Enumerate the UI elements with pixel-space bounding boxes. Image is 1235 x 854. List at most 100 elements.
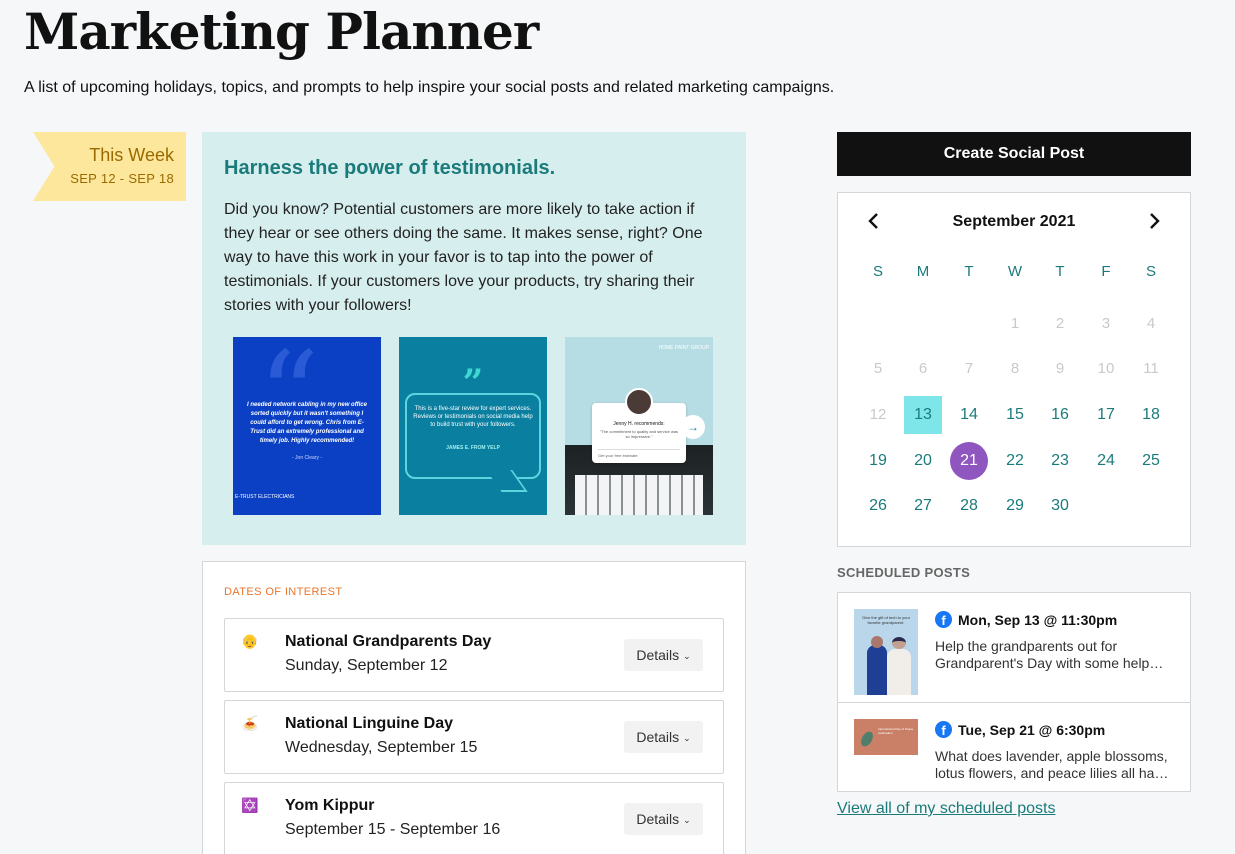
calendar-day[interactable]: 17 xyxy=(1087,396,1125,434)
facebook-icon: f xyxy=(935,721,952,738)
example-quote: I needed network cabling in my new offic… xyxy=(247,402,367,444)
calendar-day[interactable]: 15 xyxy=(996,396,1034,434)
calendar-day[interactable]: 21 xyxy=(950,442,988,480)
leaf-shape xyxy=(858,729,876,749)
date-name: Yom Kippur xyxy=(285,797,375,814)
post-text: Help the grandparents out for Grandparen… xyxy=(935,638,1150,671)
date-item: ✡️ Yom Kippur September 15 - September 1… xyxy=(224,782,724,854)
dates-of-interest-panel: DATES OF INTEREST 👴 National Grandparent… xyxy=(202,561,746,854)
date-text: September 15 - September 16 xyxy=(285,821,501,838)
example-post-image: ” This is a five-star review for expert … xyxy=(399,337,547,515)
calendar-day: 5 xyxy=(873,360,883,377)
calendar-day: 12 xyxy=(869,406,887,423)
calendar-day[interactable]: 23 xyxy=(1041,442,1079,480)
details-button[interactable]: Details ⌄ xyxy=(624,721,703,753)
quote-mark-icon: ” xyxy=(462,362,484,404)
scheduled-posts-panel: Give the gift of tech to your favorite g… xyxy=(837,592,1191,792)
dates-of-interest-heading: DATES OF INTEREST xyxy=(224,586,343,598)
figure-shape xyxy=(887,649,911,695)
post-thumbnail: International Day of Peace celebration xyxy=(854,719,918,755)
date-item: 👴 National Grandparents Day Sunday, Sept… xyxy=(224,618,724,692)
calendar-day[interactable]: 20 xyxy=(904,442,942,480)
arrow-right-icon: → xyxy=(681,415,705,439)
details-button[interactable]: Details ⌄ xyxy=(624,639,703,671)
date-name: National Linguine Day xyxy=(285,715,454,732)
example-author: - Jon Cleary - xyxy=(291,455,322,461)
facebook-icon: f xyxy=(935,611,952,628)
calendar-day[interactable]: 19 xyxy=(859,442,897,480)
post-time: Mon, Sep 13 @ 11:30pm xyxy=(958,612,1118,628)
star-of-david-emoji-icon: ✡️ xyxy=(241,797,259,813)
calendar-weekday: S xyxy=(1145,263,1156,280)
thumbnail-text: International Day of Peace celebration xyxy=(878,727,914,735)
thumbnail-text: Give the gift of tech to your favorite g… xyxy=(862,615,910,625)
topic-body: Did you know? Potential customers are mo… xyxy=(224,201,703,314)
calendar-weekday: F xyxy=(1101,263,1111,280)
calendar-day: 11 xyxy=(1143,360,1159,377)
calendar-day[interactable]: 14 xyxy=(950,396,988,434)
calendar-day[interactable]: 26 xyxy=(859,487,897,525)
calendar-day[interactable]: 30 xyxy=(1041,487,1079,525)
recommender-name: Jenny H. recommends: xyxy=(613,421,665,427)
scheduled-post[interactable]: International Day of Peace celebration f… xyxy=(838,703,1190,791)
calendar-day[interactable]: 29 xyxy=(996,487,1034,525)
chevron-down-icon: ⌄ xyxy=(683,733,691,743)
pasta-emoji-icon: 🍝 xyxy=(241,715,259,731)
calendar-day: 4 xyxy=(1146,315,1156,332)
calendar-month: September 2021 xyxy=(952,213,1076,230)
grandparent-emoji-icon: 👴 xyxy=(241,633,259,649)
calendar-weekday: T xyxy=(964,263,974,280)
recommendation-text: "The commitment to quality and service w… xyxy=(599,429,679,439)
post-text: What does lavender, apple blossoms, lotu… xyxy=(935,748,1170,781)
date-text: Wednesday, September 15 xyxy=(285,739,478,756)
example-author: JAMES E. FROM YELP xyxy=(446,445,500,451)
topic-title: Harness the power of testimonials. xyxy=(224,157,556,179)
date-name: National Grandparents Day xyxy=(285,633,492,650)
post-time: Tue, Sep 21 @ 6:30pm xyxy=(958,722,1106,738)
chevron-right-icon xyxy=(1150,213,1160,229)
calendar-weekday: S xyxy=(872,263,883,280)
date-item: 🍝 National Linguine Day Wednesday, Septe… xyxy=(224,700,724,774)
calendar-next-button[interactable] xyxy=(1142,207,1166,235)
calendar-day[interactable]: 18 xyxy=(1132,396,1170,434)
create-social-post-button[interactable]: Create Social Post xyxy=(837,132,1191,176)
example-quote: This is a five-star review for expert se… xyxy=(413,406,533,428)
calendar-day[interactable]: 22 xyxy=(996,442,1034,480)
calendar-day: 8 xyxy=(1010,360,1020,377)
estimate-cta: Get your free estimate xyxy=(598,449,680,458)
calendar-day[interactable]: 13 xyxy=(904,396,942,434)
week-ribbon: This Week SEP 12 - SEP 18 xyxy=(33,132,186,201)
calendar-day: 10 xyxy=(1097,360,1115,377)
example-brand: E-TRUST ELECTRICIANS xyxy=(235,494,295,500)
calendar-day: 1 xyxy=(1010,315,1020,332)
calendar-weekday: T xyxy=(1055,263,1065,280)
calendar-weekday: M xyxy=(916,263,930,280)
chevron-down-icon: ⌄ xyxy=(683,815,691,825)
calendar-weekday: W xyxy=(1007,263,1023,280)
calendar-day[interactable]: 27 xyxy=(904,487,942,525)
calendar-day: 6 xyxy=(918,360,928,377)
calendar-day: 7 xyxy=(964,360,974,377)
calendar-day[interactable]: 25 xyxy=(1132,442,1170,480)
calendar-day[interactable]: 16 xyxy=(1041,396,1079,434)
topic-card: Harness the power of testimonials. Did y… xyxy=(202,132,746,545)
details-label: Details xyxy=(636,729,680,745)
scheduled-post[interactable]: Give the gift of tech to your favorite g… xyxy=(838,593,1190,703)
chevron-down-icon: ⌄ xyxy=(683,651,691,661)
view-all-scheduled-link[interactable]: View all of my scheduled posts xyxy=(837,800,1055,818)
details-label: Details xyxy=(636,811,680,827)
calendar-day: 2 xyxy=(1055,315,1065,332)
calendar-day[interactable]: 28 xyxy=(950,487,988,525)
post-thumbnail: Give the gift of tech to your favorite g… xyxy=(854,609,918,695)
calendar-day[interactable]: 24 xyxy=(1087,442,1125,480)
details-button[interactable]: Details ⌄ xyxy=(624,803,703,835)
date-text: Sunday, September 12 xyxy=(285,657,448,674)
example-post-image: HOME PAINT GROUP Jenny H. recommends: "T… xyxy=(565,337,713,515)
figure-shape xyxy=(867,645,887,695)
week-range: SEP 12 - SEP 18 xyxy=(70,171,174,186)
calendar-day: 3 xyxy=(1101,315,1111,332)
page-title: Marketing Planner xyxy=(24,2,539,61)
figure-head xyxy=(871,636,883,648)
example-logo: HOME PAINT GROUP xyxy=(658,345,709,351)
calendar-day: 9 xyxy=(1055,360,1065,377)
